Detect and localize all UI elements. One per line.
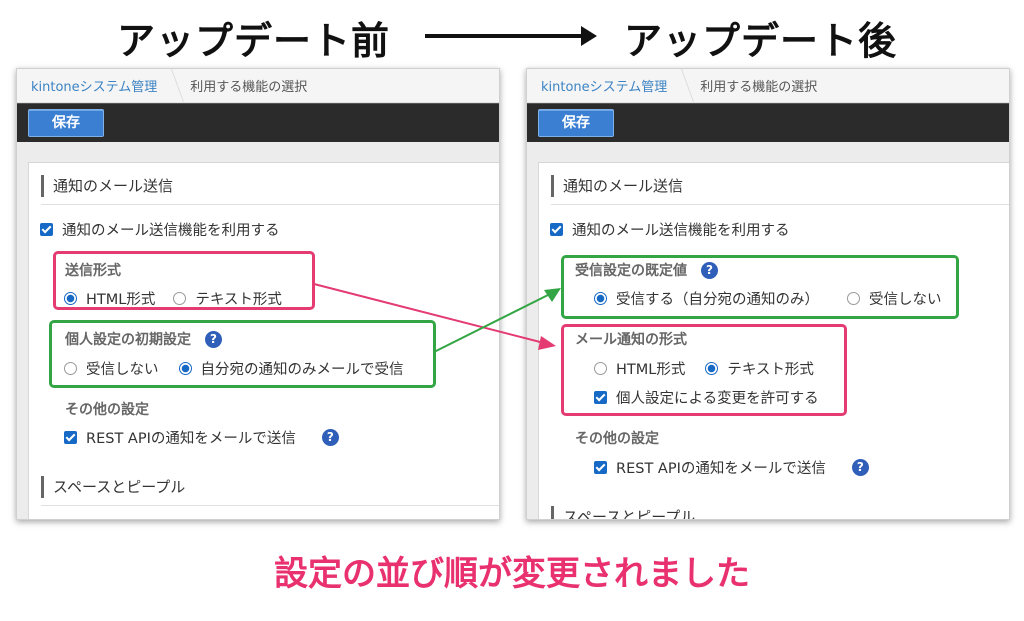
checkbox-checked-icon[interactable]	[40, 223, 53, 236]
rest-api-checkbox[interactable]: REST APIの通知をメールで送信 ?	[594, 457, 869, 478]
before-heading: アップデート前	[117, 19, 391, 63]
enable-mail-checkbox[interactable]: 通知のメール送信機能を利用する	[550, 219, 790, 240]
rest-api-checkbox[interactable]: REST APIの通知をメールで送信 ?	[64, 427, 339, 448]
breadcrumb: kintoneシステム管理 利用する機能の選択	[17, 69, 499, 103]
other-group-title: その他の設定	[575, 431, 659, 447]
breadcrumb: kintoneシステム管理 利用する機能の選択	[527, 69, 1009, 103]
right-arrow-icon	[425, 26, 597, 46]
section-title-mail: 通知のメール送信	[41, 175, 173, 197]
checkbox-checked-icon[interactable]	[594, 461, 607, 474]
toolbar: 保存	[527, 103, 1009, 142]
save-button[interactable]: 保存	[538, 109, 614, 137]
breadcrumb-current: 利用する機能の選択	[190, 80, 308, 95]
highlight-receive-box	[561, 255, 959, 319]
after-screenshot: kintoneシステム管理 利用する機能の選択 保存 通知のメール送信 通知のメ…	[526, 68, 1010, 520]
breadcrumb-home-link[interactable]: kintoneシステム管理	[17, 76, 169, 95]
checkbox-checked-icon[interactable]	[550, 223, 563, 236]
breadcrumb-home-link[interactable]: kintoneシステム管理	[527, 76, 679, 95]
breadcrumb-current: 利用する機能の選択	[700, 80, 818, 95]
highlight-format-box	[53, 251, 315, 310]
help-icon[interactable]: ?	[321, 429, 339, 446]
after-heading: アップデート後	[624, 19, 898, 63]
section-title-space: スペースとピープル	[41, 476, 185, 498]
highlight-format-box	[561, 324, 847, 416]
save-button[interactable]: 保存	[28, 109, 104, 137]
toolbar: 保存	[17, 103, 499, 142]
section-title-space: スペースとピープル	[551, 506, 695, 519]
change-caption: 設定の並び順が変更されました	[274, 554, 750, 594]
help-icon[interactable]: ?	[851, 459, 869, 476]
enable-mail-checkbox[interactable]: 通知のメール送信機能を利用する	[40, 219, 280, 240]
checkbox-checked-icon[interactable]	[64, 431, 77, 444]
highlight-personal-box	[49, 320, 436, 388]
section-title-mail: 通知のメール送信	[551, 175, 683, 197]
before-screenshot: kintoneシステム管理 利用する機能の選択 保存 通知のメール送信 通知のメ…	[16, 68, 500, 520]
other-group-title: その他の設定	[65, 402, 149, 418]
